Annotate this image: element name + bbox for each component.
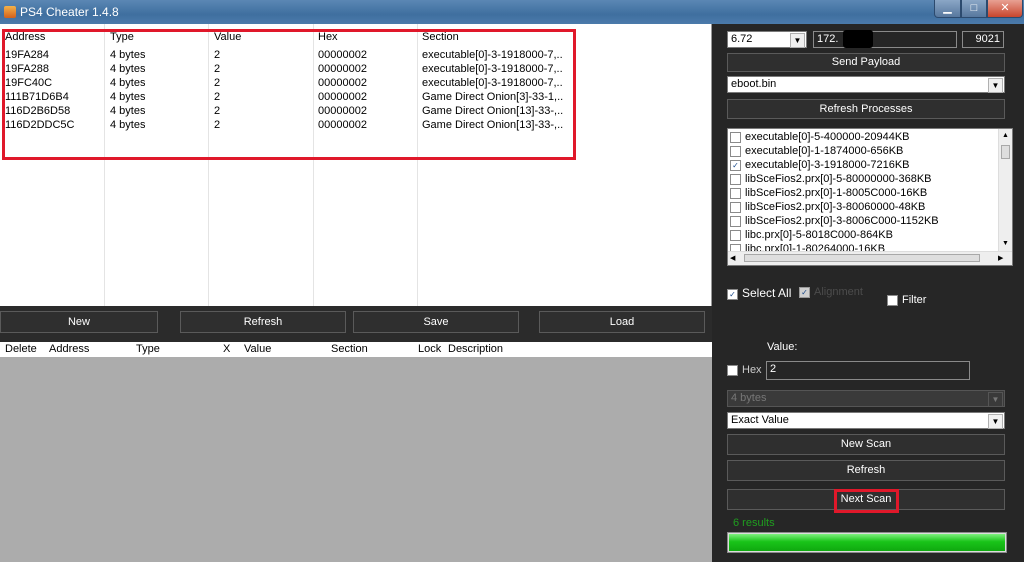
scroll-left-arrow-icon[interactable]: ◀ (730, 252, 740, 265)
section-list[interactable]: executable[0]-5-400000-20944KB executabl… (727, 128, 1013, 266)
section-label: libSceFios2.prx[0]-3-80060000-48KB (745, 201, 926, 213)
chevron-down-icon: ▼ (988, 414, 1003, 429)
cheat-list-body[interactable] (0, 357, 712, 562)
section-label: executable[0]-5-400000-20944KB (745, 131, 910, 143)
select-all-checkbox[interactable]: ✓ Select All (727, 286, 791, 301)
chevron-down-icon: ▼ (988, 78, 1003, 93)
select-all-label: Select All (742, 286, 792, 300)
section-item[interactable]: libSceFios2.prx[0]-1-8005C000-16KB (730, 186, 927, 200)
window-title: PS4 Cheater 1.4.8 (20, 5, 119, 19)
value-type-select[interactable]: 4 bytes ▼ (727, 390, 1005, 407)
hex-checkbox[interactable]: Hex (727, 364, 762, 379)
firmware-value: 6.72 (731, 33, 753, 45)
scrollbar-thumb[interactable] (1001, 145, 1010, 159)
section-item[interactable]: libc.prx[0]-5-8018C000-864KB (730, 228, 893, 242)
section-checkbox[interactable] (730, 201, 741, 213)
section-checkbox[interactable] (730, 229, 741, 241)
results-highlight-box (2, 29, 576, 160)
column-header-section[interactable]: Section (331, 343, 368, 355)
scan-refresh-button[interactable]: Refresh (727, 460, 1005, 481)
load-button[interactable]: Load (539, 311, 705, 333)
port-input[interactable]: 9021 (962, 31, 1004, 48)
cheat-list-header: Delete Address Type X Value Section Lock… (0, 342, 712, 357)
hex-label: Hex (742, 364, 762, 376)
section-checkbox[interactable] (730, 173, 741, 185)
column-header-x[interactable]: X (223, 343, 230, 355)
vertical-scrollbar[interactable]: ▲ ▼ (998, 129, 1012, 251)
check-icon: ✓ (799, 286, 810, 298)
section-item[interactable]: libSceFios2.prx[0]-5-80000000-368KB (730, 172, 932, 186)
compare-type-value: Exact Value (731, 414, 789, 426)
chevron-down-icon: ▼ (988, 392, 1003, 407)
process-select[interactable]: eboot.bin ▼ (727, 76, 1005, 93)
checkbox-box (887, 294, 898, 306)
scrollbar-thumb[interactable] (744, 254, 980, 262)
new-button[interactable]: New (0, 311, 158, 333)
section-checkbox[interactable] (730, 131, 741, 143)
value-input[interactable]: 2 (766, 361, 970, 380)
title-bar: PS4 Cheater 1.4.8 ▁ □ ✕ (0, 0, 1024, 24)
horizontal-scrollbar[interactable]: ◀ ▶ (728, 251, 1012, 265)
scroll-down-arrow-icon[interactable]: ▼ (999, 237, 1012, 250)
scan-results-count: 6 results (733, 517, 775, 529)
section-checkbox[interactable] (730, 215, 741, 227)
refresh-processes-button[interactable]: Refresh Processes (727, 99, 1005, 119)
section-item[interactable]: libSceFios2.prx[0]-3-80060000-48KB (730, 200, 925, 214)
section-label: executable[0]-3-1918000-7216KB (745, 159, 910, 171)
scroll-up-arrow-icon[interactable]: ▲ (999, 129, 1012, 142)
firmware-select[interactable]: 6.72 ▼ (727, 31, 807, 48)
section-label: libSceFios2.prx[0]-5-80000000-368KB (745, 173, 932, 185)
refresh-button[interactable]: Refresh (180, 311, 346, 333)
column-header-description[interactable]: Description (448, 343, 503, 355)
section-checkbox[interactable] (730, 145, 741, 157)
maximize-button[interactable]: □ (961, 0, 987, 18)
column-header-address[interactable]: Address (49, 343, 89, 355)
close-button[interactable]: ✕ (987, 0, 1023, 18)
next-scan-highlight-box (834, 489, 899, 513)
scan-progress-bar (727, 532, 1007, 553)
process-value: eboot.bin (731, 78, 777, 90)
column-header-type[interactable]: Type (136, 343, 160, 355)
new-scan-button[interactable]: New Scan (727, 434, 1005, 455)
alignment-label: Alignment (814, 286, 863, 298)
section-checkbox-checked[interactable]: ✓ (730, 159, 741, 171)
filter-label: Filter (902, 294, 927, 306)
app-icon (4, 6, 16, 18)
compare-type-select[interactable]: Exact Value ▼ (727, 412, 1005, 429)
checkbox-box (727, 364, 738, 376)
check-icon: ✓ (727, 288, 738, 300)
chevron-down-icon: ▼ (790, 33, 805, 48)
column-header-lock[interactable]: Lock (418, 343, 441, 355)
section-label: libSceFios2.prx[0]-1-8005C000-16KB (745, 187, 928, 199)
column-header-delete[interactable]: Delete (5, 343, 37, 355)
scroll-right-arrow-icon[interactable]: ▶ (998, 252, 1008, 265)
column-header-value[interactable]: Value (244, 343, 271, 355)
section-label: libSceFios2.prx[0]-3-8006C000-1152KB (745, 215, 939, 227)
value-type-value: 4 bytes (731, 392, 767, 404)
progress-fill (729, 534, 1005, 551)
section-item[interactable]: executable[0]-5-400000-20944KB (730, 130, 910, 144)
redaction-mark (843, 30, 873, 48)
save-button[interactable]: Save (353, 311, 519, 333)
section-checkbox[interactable] (730, 187, 741, 199)
section-item[interactable]: ✓ executable[0]-3-1918000-7216KB (730, 158, 910, 172)
value-label: Value: (767, 341, 798, 353)
minimize-button[interactable]: ▁ (934, 0, 961, 18)
send-payload-button[interactable]: Send Payload (727, 53, 1005, 72)
alignment-checkbox[interactable]: ✓ Alignment (799, 286, 863, 301)
filter-checkbox[interactable]: Filter (887, 294, 926, 309)
ip-address-input[interactable]: 172. (813, 31, 957, 48)
section-item[interactable]: libSceFios2.prx[0]-3-8006C000-1152KB (730, 214, 939, 228)
section-item[interactable]: executable[0]-1-1874000-656KB (730, 144, 903, 158)
section-label: executable[0]-1-1874000-656KB (745, 145, 904, 157)
section-label: libc.prx[0]-5-8018C000-864KB (745, 229, 893, 241)
